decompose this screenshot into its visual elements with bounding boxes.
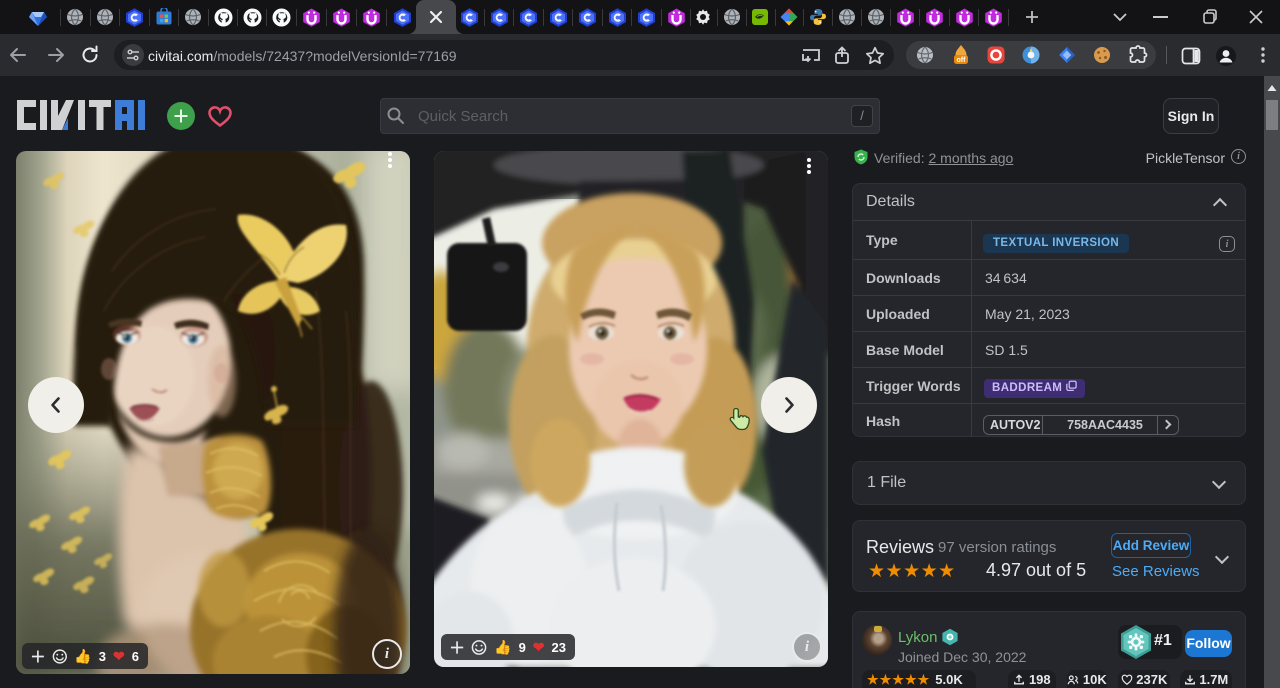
svg-text:off: off [957,57,967,64]
